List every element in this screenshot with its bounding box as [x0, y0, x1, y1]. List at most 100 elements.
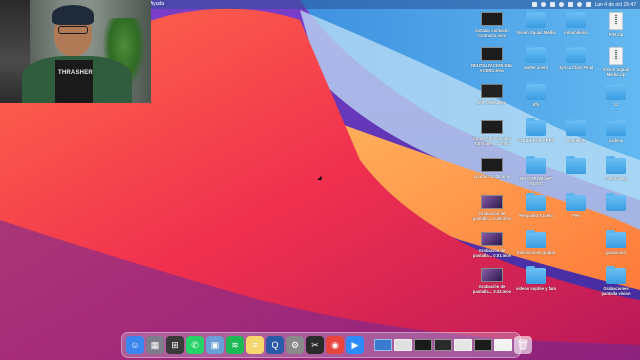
desktop-item-label: Grabaciones pantalla vision	[601, 286, 631, 296]
desktop-item[interactable]	[595, 193, 637, 213]
desktop-item-label: cuenta key	[605, 176, 627, 181]
desktop-item[interactable]: cadena	[595, 118, 637, 143]
video-file-icon	[481, 158, 503, 172]
desktop-item-label: walter acero	[523, 65, 549, 70]
desktop-item-label: videos sophie y fam	[515, 286, 557, 291]
desktop-item[interactable]: Vision Squad Media	[515, 10, 557, 35]
dock-minimized-window[interactable]	[454, 339, 472, 351]
folder-icon	[526, 156, 546, 174]
video-file-icon	[481, 120, 503, 134]
dock-minimized-window[interactable]	[414, 339, 432, 351]
dock-quicktime-icon[interactable]: Q	[266, 336, 284, 354]
folder-icon	[606, 266, 626, 284]
desktop-item-label: Respaldo Azotea	[519, 213, 553, 218]
desktop-item[interactable]: grabacion	[595, 230, 637, 255]
desktop-item-label: chatbot 10.25.mov	[473, 174, 511, 179]
desktop-item-label: grabacion	[605, 250, 626, 255]
desktop-item[interactable]: Flet	[555, 193, 597, 218]
desktop-item[interactable]: Grabación de pantalla... 3.32.mov	[471, 268, 513, 294]
desktop-item[interactable]: cuenta key	[595, 156, 637, 181]
dock-whatsapp-icon[interactable]: ✆	[186, 336, 204, 354]
folder-icon	[566, 118, 586, 136]
folder-icon	[606, 118, 626, 136]
desktop-item-label: Vision Squad Media	[516, 30, 556, 35]
desktop-item[interactable]: Jyrica Clips Final	[555, 45, 597, 70]
desktop-item[interactable]: walter acero	[515, 45, 557, 70]
dock-chrome-icon[interactable]: ◉	[326, 336, 344, 354]
zip-file-icon	[609, 47, 623, 65]
desktop-item[interactable]: Grabaciones pantalla vision	[595, 266, 637, 296]
folder-icon	[566, 156, 586, 174]
desktop-item[interactable]: transiciones grabar	[515, 230, 557, 255]
desktop-item[interactable]: Inmueble	[555, 118, 597, 143]
desktop-item[interactable]: videos sophie y fam	[515, 266, 557, 291]
desktop-item-label: Vision Squad Media.zip	[602, 67, 630, 77]
desktop-item[interactable]: REUTILIZACION DEL ACERO.mov	[471, 47, 513, 73]
desktop-item-label: Grabación de pantalla... 0.01.mov	[472, 248, 512, 258]
video-file-icon	[481, 195, 503, 209]
desktop-item-label: CODEDFOR APPS	[517, 138, 555, 143]
video-file-icon	[481, 47, 503, 61]
desktop-item[interactable]	[555, 156, 597, 176]
desktop-item-label: inmobiliaria	[564, 30, 588, 35]
desktop-item-label: DJI_0159.MOV	[477, 100, 507, 105]
desktop-item-label: Flet.zip	[608, 32, 624, 37]
desktop-item[interactable]: Flet.zip	[595, 12, 637, 37]
dock-preview-icon[interactable]: ▣	[206, 336, 224, 354]
desktop-item[interactable]: zz	[595, 82, 637, 107]
dock-minimized-window[interactable]	[434, 339, 452, 351]
dock-minimized-window[interactable]	[374, 339, 392, 351]
desktop-item[interactable]: instalar contacto Contacto.mov	[471, 12, 513, 38]
folder-icon	[526, 45, 546, 63]
dock: ☺ ▦ ⊞ ✆ ▣ ≋ ≡ Q ⚙ ✂ ◉ ▶ 🗑	[121, 332, 532, 358]
folder-icon	[566, 193, 586, 211]
desktop-item-label: zz	[613, 102, 619, 107]
desktop-item[interactable]: inmobiliaria	[555, 10, 597, 35]
folder-icon	[526, 82, 546, 100]
desktop-item-label: Grabación de pantalla... 5.28.mov	[472, 211, 512, 221]
desktop-item[interactable]: Grabación de pantalla... 0.01.mov	[471, 232, 513, 258]
folder-icon	[606, 82, 626, 100]
desktop-item[interactable]: Vision Squad Media.zip	[595, 47, 637, 77]
dock-spotify-icon[interactable]: ≋	[226, 336, 244, 354]
desktop-item[interactable]: chatbot 10.25.mov	[471, 158, 513, 179]
dock-finder-icon[interactable]: ☺	[126, 336, 144, 354]
dock-minimized-window[interactable]	[394, 339, 412, 351]
desktop-item-label: NO COPYRIGHT MUSIC	[519, 176, 553, 186]
video-file-icon	[481, 232, 503, 246]
dock-calculator-icon[interactable]: ⊞	[166, 336, 184, 354]
desktop-item-label: Flet	[572, 213, 580, 218]
dock-launchpad-icon[interactable]: ▦	[146, 336, 164, 354]
desktop-item-label: dfv	[532, 102, 540, 107]
folder-icon	[526, 266, 546, 284]
dock-zoom-icon[interactable]: ▶	[346, 336, 364, 354]
zip-file-icon	[609, 12, 623, 30]
desktop-item-label: Inmueble	[566, 138, 586, 143]
desktop-item[interactable]: CODEDFOR APPS	[515, 118, 557, 143]
desktop-item[interactable]: dfv	[515, 82, 557, 107]
folder-icon	[606, 193, 626, 211]
folder-icon	[526, 230, 546, 248]
folder-icon	[526, 10, 546, 28]
desktop-item[interactable]: Convertir lista para Tutoriales - 1.mov	[471, 120, 513, 146]
dock-minimized-window[interactable]	[494, 339, 512, 351]
dock-trash-icon[interactable]: 🗑	[514, 336, 532, 354]
desktop-item[interactable]: Respaldo Azotea	[515, 193, 557, 218]
desktop-item-label: cadena	[608, 138, 624, 143]
dock-minimized-window[interactable]	[474, 339, 492, 351]
dock-system-preferences-icon[interactable]: ⚙	[286, 336, 304, 354]
desktop-item[interactable]: NO COPYRIGHT MUSIC	[515, 156, 557, 186]
folder-icon	[566, 10, 586, 28]
dock-notes-icon[interactable]: ≡	[246, 336, 264, 354]
folder-icon	[606, 230, 626, 248]
desktop-item-label: instalar contacto Contacto.mov	[475, 28, 509, 38]
dock-final-cut-icon[interactable]: ✂	[306, 336, 324, 354]
desktop-item[interactable]: DJI_0159.MOV	[471, 84, 513, 105]
desktop-item-label: Grabación de pantalla... 3.32.mov	[472, 284, 512, 294]
desktop-item[interactable]: Grabación de pantalla... 5.28.mov	[471, 195, 513, 221]
desktop-item-label: Jyrica Clips Final	[558, 65, 594, 70]
video-file-icon	[481, 268, 503, 282]
folder-icon	[526, 118, 546, 136]
desktop-item-label: Convertir lista para Tutoriales - 1.mov	[472, 136, 512, 146]
desktop-item-label: REUTILIZACION DEL ACERO.mov	[471, 63, 513, 73]
